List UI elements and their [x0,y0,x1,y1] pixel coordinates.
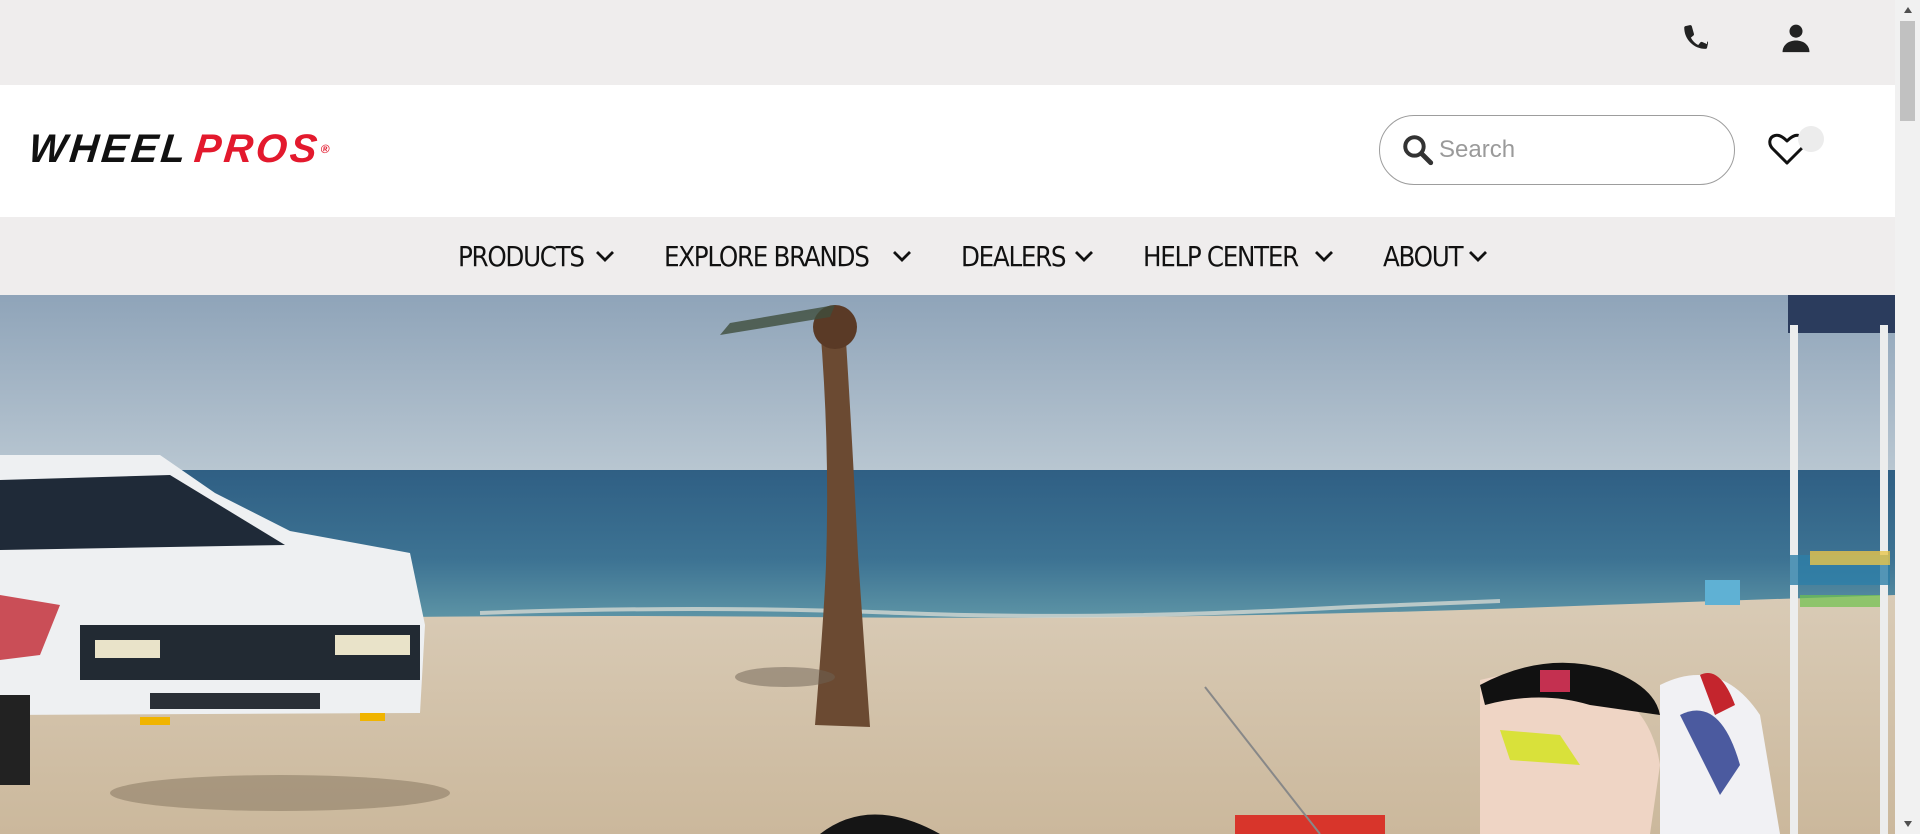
user-icon [1782,24,1810,53]
logo-text-pros: PROS [192,127,323,171]
account-button[interactable] [1778,20,1814,56]
search-box[interactable] [1379,115,1735,185]
nav-item-products[interactable]: PRODUCTS [458,240,617,273]
hero-beach-image [0,295,1895,834]
page: WHEEL PROS ® PRODUCTS EXPLORE BRAN [0,0,1895,834]
chevron-down-icon [1469,251,1488,262]
wishlist-count-badge [1798,126,1824,152]
scrollbar-thumb[interactable] [1900,21,1915,121]
scroll-down-arrow-icon[interactable] [1895,814,1920,834]
hero-banner [0,295,1895,834]
nav-label: HELP CENTER [1143,239,1299,273]
nav-item-dealers[interactable]: DEALERS [961,240,1095,273]
nav-item-explore-brands[interactable]: EXPLORE BRANDS [664,240,912,273]
wheel-pros-logo[interactable]: WHEEL PROS ® [26,127,335,171]
logo-registered-mark: ® [320,142,334,156]
utility-bar [0,0,1895,85]
nav-item-about[interactable]: ABOUT [1383,240,1489,273]
nav-label: ABOUT [1383,239,1464,273]
search-input[interactable] [1437,135,1711,165]
scroll-up-arrow-icon[interactable] [1895,0,1920,20]
nav-label: PRODUCTS [457,239,585,273]
chevron-down-icon [892,251,911,262]
chevron-down-icon [1075,251,1094,262]
page-scrollbar[interactable] [1895,0,1920,834]
chevron-down-icon [596,251,615,262]
phone-button[interactable] [1677,20,1713,56]
logo-text-wheel: WHEEL [26,127,191,171]
main-nav: PRODUCTS EXPLORE BRANDS DEALERS HELP CEN… [0,217,1895,295]
search-icon[interactable] [1401,133,1435,167]
nav-label: DEALERS [960,239,1067,273]
chevron-down-icon [1315,251,1334,262]
nav-label: EXPLORE BRANDS [664,239,870,273]
nav-item-help-center[interactable]: HELP CENTER [1143,240,1335,273]
phone-icon [1684,25,1709,49]
